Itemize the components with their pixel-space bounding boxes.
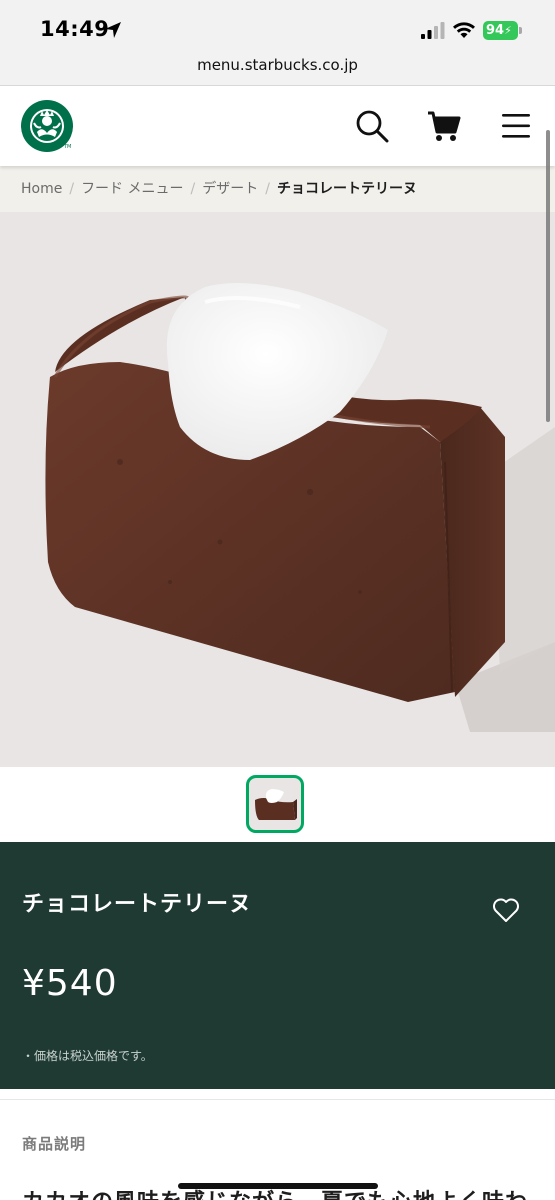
url-text[interactable]: menu.starbucks.co.jp	[197, 56, 358, 74]
product-name: チョコレートテリーヌ	[22, 892, 253, 917]
wifi-icon	[453, 22, 475, 38]
svg-text:TM: TM	[63, 144, 71, 150]
breadcrumb-separator: /	[69, 181, 75, 197]
hamburger-menu-icon[interactable]	[498, 108, 534, 144]
battery-indicator: 94⚡	[483, 21, 518, 40]
battery-tip	[519, 27, 522, 34]
chocolate-terrine-illustration	[45, 283, 555, 732]
breadcrumb-food-menu[interactable]: フード メニュー	[81, 181, 183, 197]
home-indicator[interactable]	[178, 1183, 378, 1189]
breadcrumb: Home / フード メニュー / デザート / チョコレートテリーヌ	[0, 166, 555, 212]
starbucks-siren-logo[interactable]: TM	[20, 99, 74, 153]
address-bar[interactable]: menu.starbucks.co.jp	[0, 50, 555, 86]
breadcrumb-dessert[interactable]: デザート	[202, 181, 258, 197]
thumbnail-strip	[0, 767, 555, 842]
search-icon[interactable]	[354, 108, 390, 144]
cellular-signal-icon	[421, 22, 445, 39]
status-bar: 14:49 94⚡	[0, 0, 555, 50]
breadcrumb-current: チョコレートテリーヌ	[276, 181, 417, 197]
site-header: TM	[0, 86, 555, 166]
heart-outline-icon[interactable]	[492, 897, 520, 923]
cart-icon[interactable]	[426, 108, 462, 144]
thumbnail-selected[interactable]	[246, 775, 304, 833]
location-arrow-icon	[105, 22, 121, 38]
tax-note: ・価格は税込価格です。	[22, 1049, 153, 1063]
product-info-panel: チョコレートテリーヌ ¥540 ・価格は税込価格です。	[0, 842, 555, 1089]
product-image[interactable]	[0, 212, 555, 767]
page-scrollbar[interactable]	[546, 130, 550, 422]
description-heading: 商品説明	[22, 1135, 87, 1153]
breadcrumb-home[interactable]: Home	[21, 181, 62, 197]
battery-level: 94	[486, 23, 505, 38]
breadcrumb-separator: /	[190, 181, 196, 197]
product-price: ¥540	[22, 963, 118, 1004]
breadcrumb-separator: /	[265, 181, 270, 197]
status-time: 14:49	[40, 17, 110, 41]
